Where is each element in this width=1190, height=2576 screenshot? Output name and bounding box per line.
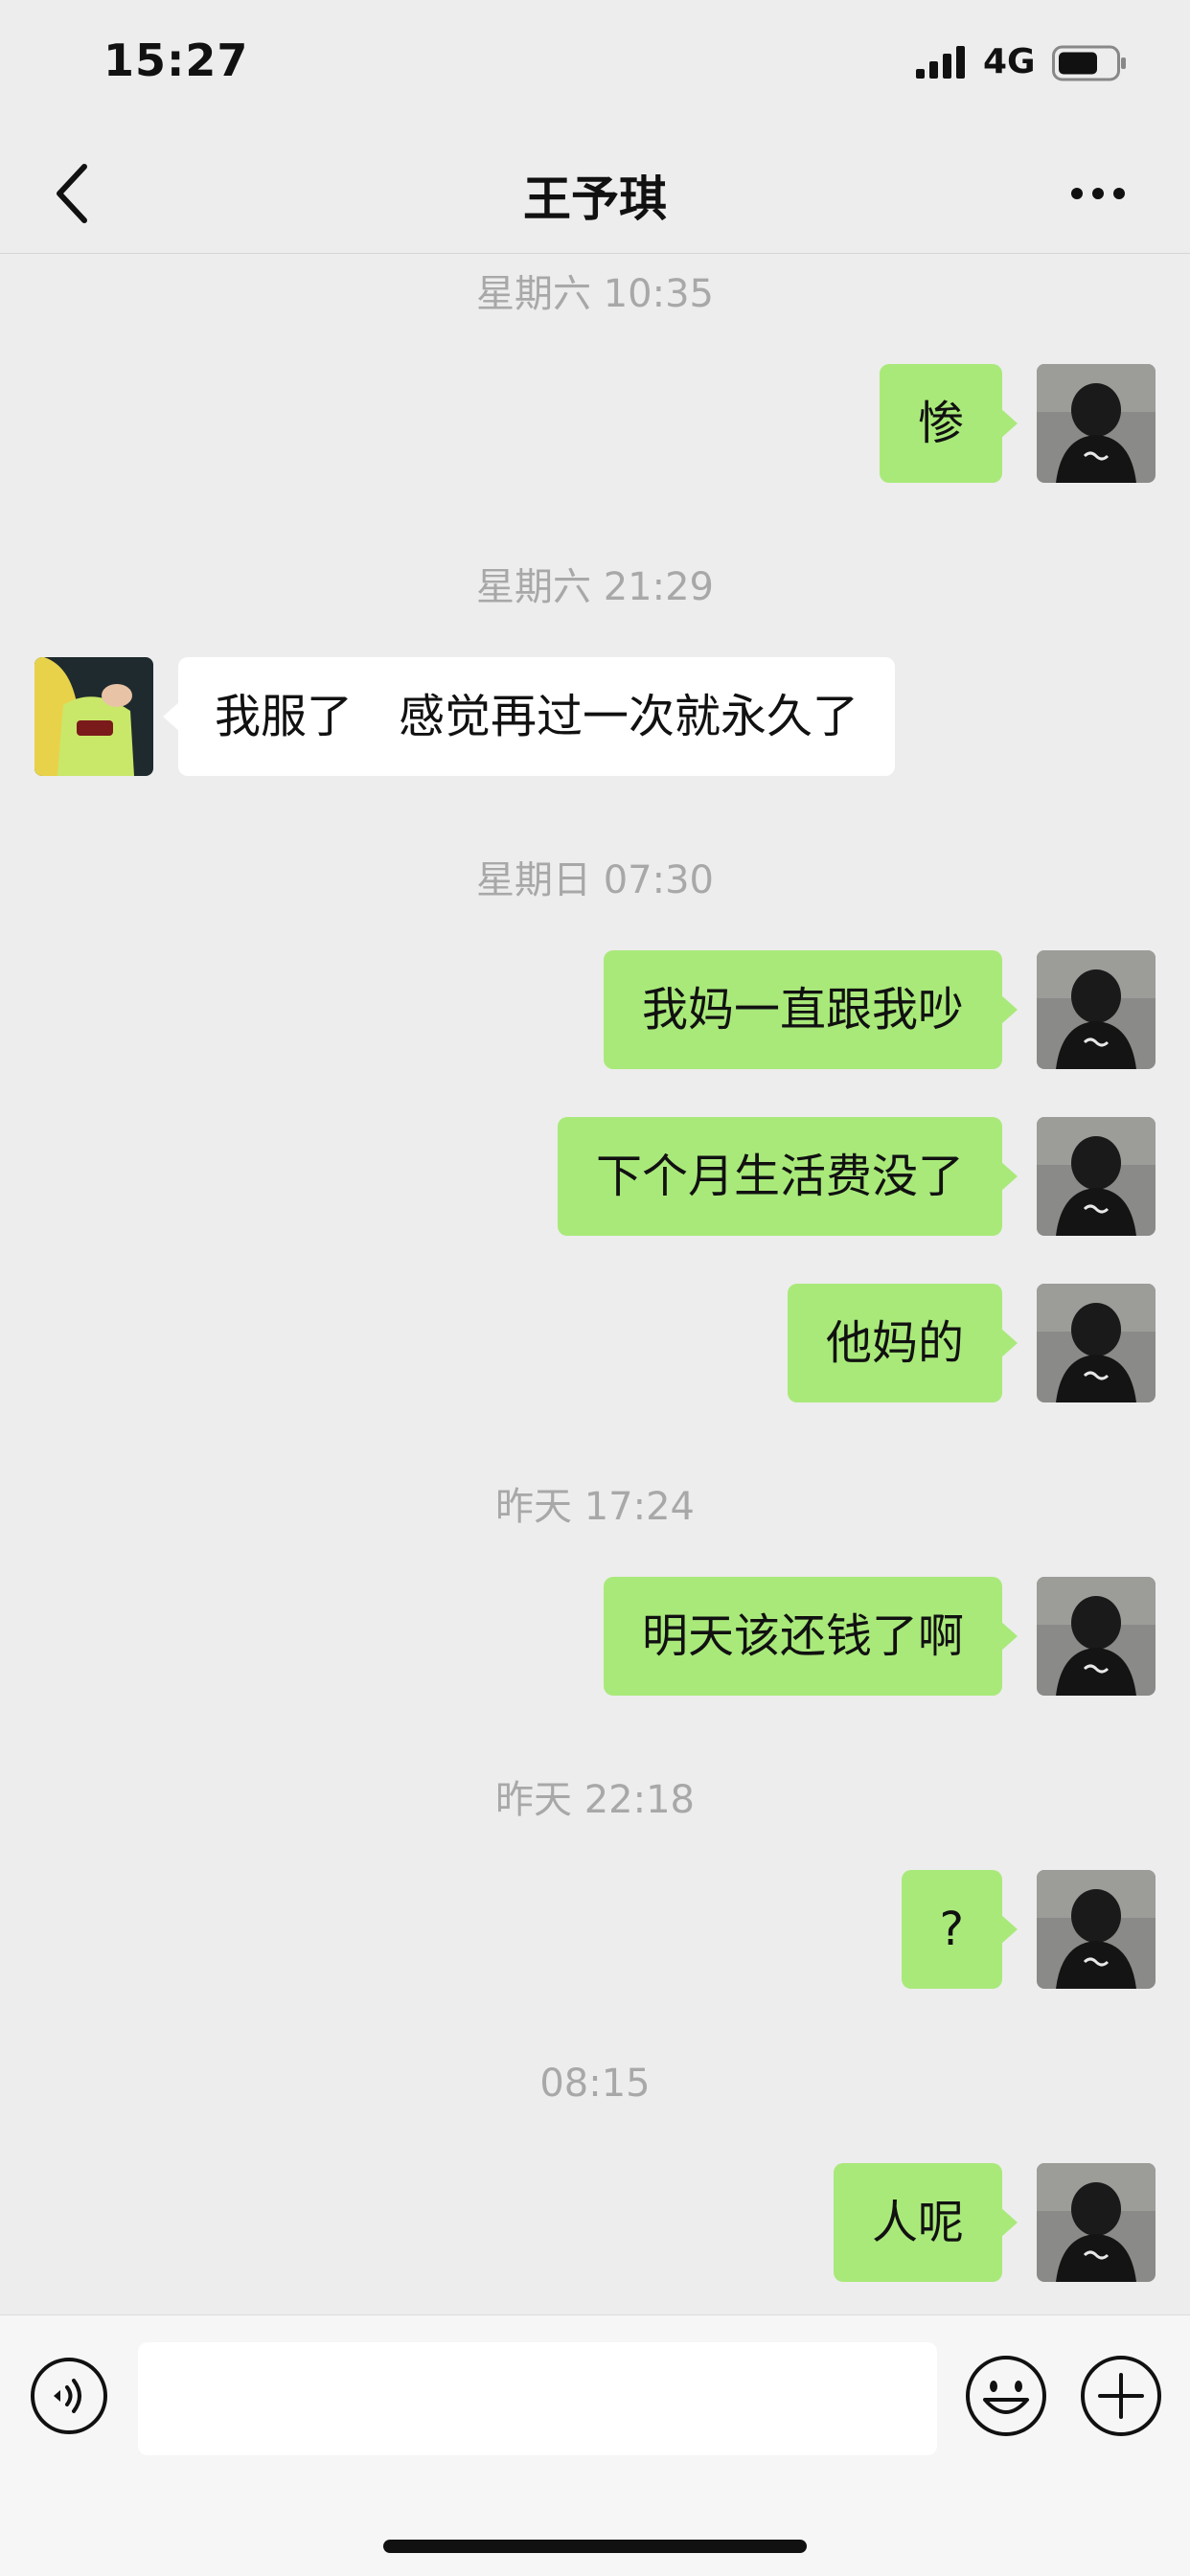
nav-bar: 王予琪 [0, 134, 1190, 254]
timestamp: 星期六 21:29 [476, 565, 714, 609]
signal-icon [916, 46, 965, 79]
sent-message-bubble[interactable]: 下个月生活费没了 [557, 1117, 1018, 1236]
contact-avatar-image [34, 657, 153, 776]
timestamp: 星期日 07:30 [476, 858, 714, 902]
my-avatar-image [1037, 1577, 1156, 1696]
status-bar: 15:27 4G [0, 0, 1190, 134]
status-time: 15:27 [103, 34, 249, 86]
my-avatar[interactable] [1037, 950, 1156, 1069]
sent-message-bubble[interactable]: 人呢 [833, 2163, 1018, 2282]
more-dots-icon[interactable] [1069, 184, 1127, 203]
timestamp: 昨天 17:24 [495, 1485, 695, 1529]
sent-message-bubble[interactable]: 他妈的 [787, 1284, 1018, 1402]
my-avatar[interactable] [1037, 1577, 1156, 1696]
timestamp: 昨天 22:18 [495, 1778, 695, 1822]
emoji-icon[interactable] [964, 2354, 1048, 2438]
timestamp: 08:15 [539, 2062, 651, 2106]
battery-icon [1052, 45, 1126, 81]
my-avatar-image [1037, 1117, 1156, 1236]
sent-message-bubble[interactable]: 明天该还钱了啊 [603, 1577, 1018, 1696]
my-avatar-image [1037, 1870, 1156, 1989]
message-input[interactable] [138, 2342, 937, 2455]
input-bar [0, 2314, 1190, 2576]
contact-avatar[interactable] [34, 657, 153, 776]
timestamp: 星期六 10:35 [476, 272, 714, 316]
sent-message-bubble[interactable]: ? [901, 1870, 1018, 1989]
my-avatar-image [1037, 364, 1156, 483]
plus-icon[interactable] [1079, 2354, 1163, 2438]
my-avatar-image [1037, 950, 1156, 1069]
my-avatar[interactable] [1037, 1117, 1156, 1236]
my-avatar[interactable] [1037, 2163, 1156, 2282]
my-avatar-image [1037, 2163, 1156, 2282]
my-avatar[interactable] [1037, 1870, 1156, 1989]
home-indicator [383, 2540, 807, 2553]
chat-title: 王予琪 [523, 171, 667, 227]
sent-message-bubble[interactable]: 惨 [879, 364, 1018, 483]
my-avatar[interactable] [1037, 1284, 1156, 1402]
voice-icon[interactable] [29, 2356, 109, 2436]
network-label: 4G [983, 42, 1036, 81]
sent-message-bubble[interactable]: 我妈一直跟我吵 [603, 950, 1018, 1069]
my-avatar-image [1037, 1284, 1156, 1402]
received-message-bubble[interactable]: 我服了 感觉再过一次就永久了 [162, 657, 896, 776]
my-avatar[interactable] [1037, 364, 1156, 483]
